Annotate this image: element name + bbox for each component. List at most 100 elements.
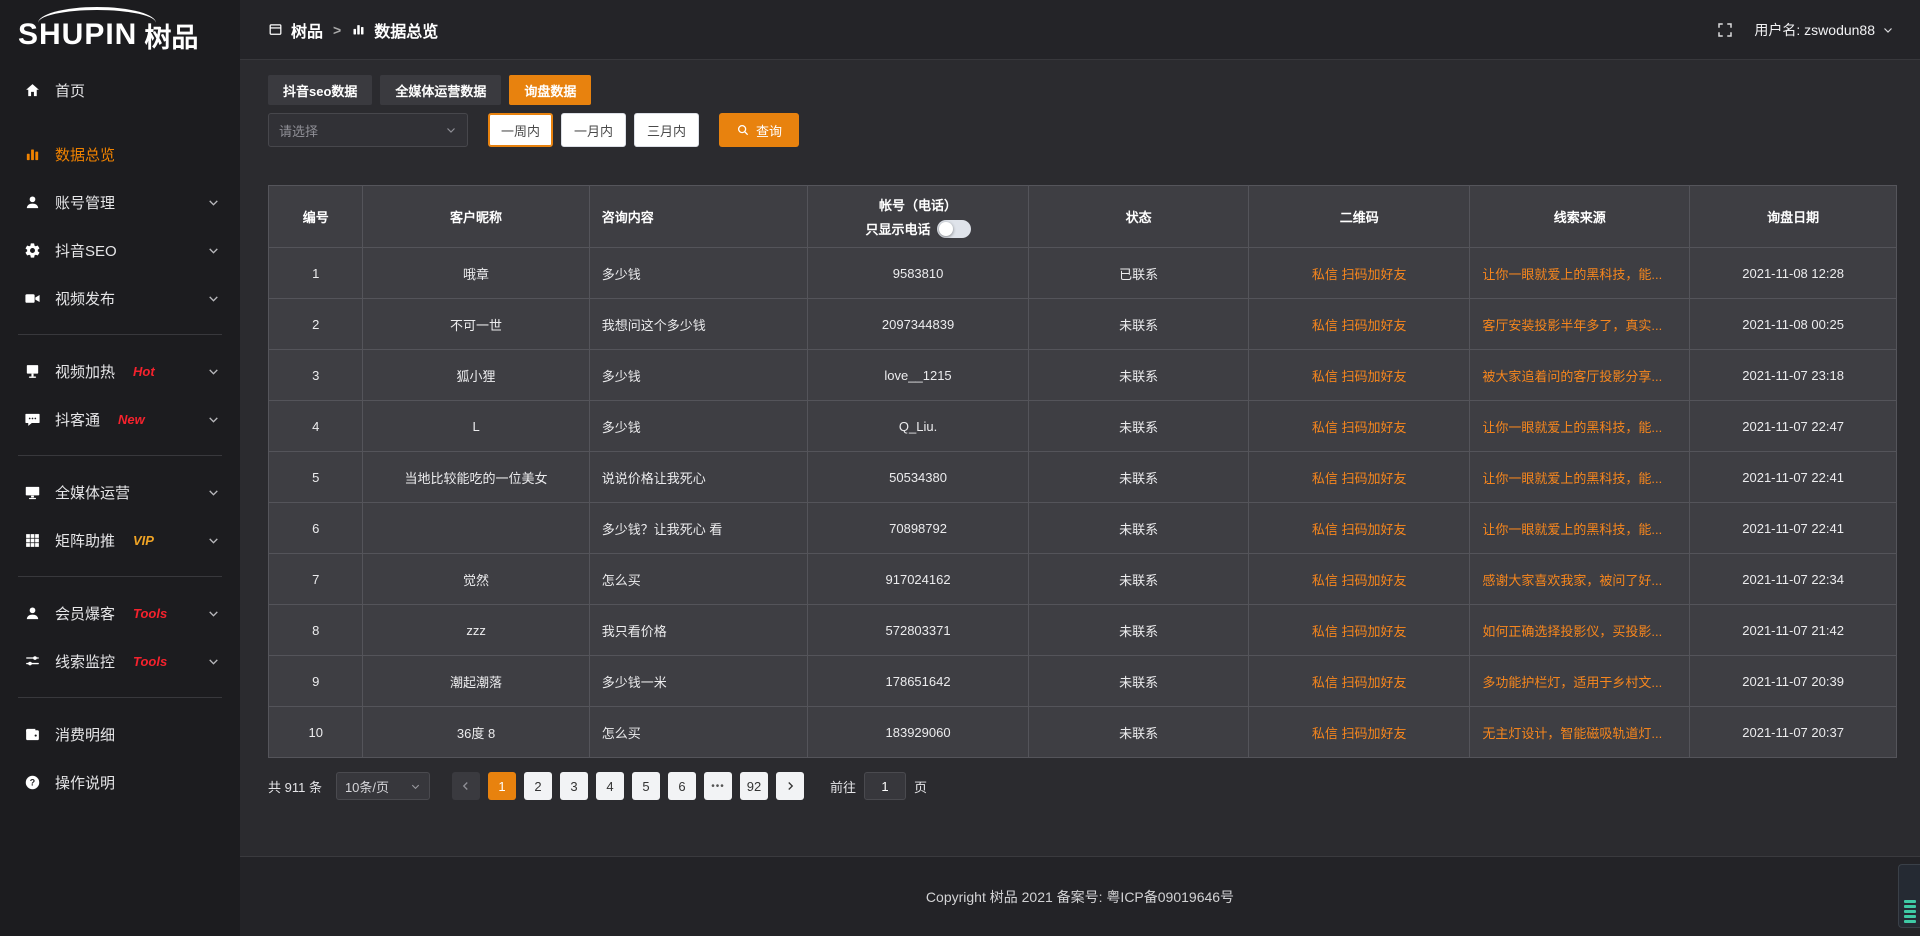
phone-only-toggle[interactable] xyxy=(937,220,971,238)
source-link[interactable]: 让你一眼就爱上的黑科技，能... xyxy=(1482,420,1662,435)
sidebar-item-matrix-boost[interactable]: 矩阵助推 VIP xyxy=(0,516,240,564)
source-link[interactable]: 被大家追着问的客厅投影分享... xyxy=(1482,369,1662,384)
breadcrumb-home[interactable]: 树品 xyxy=(268,18,323,42)
cell-date: 2021-11-08 00:25 xyxy=(1690,299,1897,350)
user-menu[interactable]: 用户名: zswodun88 xyxy=(1754,20,1894,40)
qrcode-link[interactable]: 私信 扫码加好友 xyxy=(1312,675,1407,690)
tab-media-operation-data[interactable]: 全媒体运营数据 xyxy=(380,75,501,105)
sidebar-item-instructions[interactable]: 操作说明 xyxy=(0,758,240,806)
page-button-6[interactable]: 6 xyxy=(668,772,696,800)
cell-account: 70898792 xyxy=(807,503,1028,554)
sidebar-item-member-burst[interactable]: 会员爆客 Tools xyxy=(0,589,240,637)
cell-id: 2 xyxy=(269,299,363,350)
cell-id: 8 xyxy=(269,605,363,656)
tab-douyin-seo-data[interactable]: 抖音seo数据 xyxy=(268,75,372,105)
cell-date: 2021-11-07 22:41 xyxy=(1690,452,1897,503)
source-link[interactable]: 客厅安装投影半年多了，真实... xyxy=(1482,318,1662,333)
sidebar-item-data-overview[interactable]: 数据总览 xyxy=(0,130,240,178)
qrcode-link[interactable]: 私信 扫码加好友 xyxy=(1312,369,1407,384)
period-week-button[interactable]: 一周内 xyxy=(488,113,553,147)
sidebar-item-douketong[interactable]: 抖客通 New xyxy=(0,395,240,443)
page-button-5[interactable]: 5 xyxy=(632,772,660,800)
cell-account: Q_Liu. xyxy=(807,401,1028,452)
chevron-down-icon xyxy=(207,292,220,305)
cell-nickname: 36度 8 xyxy=(363,707,589,758)
qrcode-link[interactable]: 私信 扫码加好友 xyxy=(1312,522,1407,537)
monitor-icon xyxy=(24,484,41,501)
prev-page-button[interactable] xyxy=(452,772,480,800)
username-label: 用户名: zswodun88 xyxy=(1754,20,1875,40)
cell-nickname: 潮起潮落 xyxy=(363,656,589,707)
source-link[interactable]: 无主灯设计，智能磁吸轨道灯... xyxy=(1482,726,1662,741)
source-link[interactable]: 让你一眼就爱上的黑科技，能... xyxy=(1482,471,1662,486)
source-link[interactable]: 让你一眼就爱上的黑科技，能... xyxy=(1482,522,1662,537)
page-button-3[interactable]: 3 xyxy=(560,772,588,800)
sidebar-item-douyin-seo[interactable]: 抖音SEO xyxy=(0,226,240,274)
chevron-right-icon xyxy=(784,780,796,792)
cell-date: 2021-11-07 20:39 xyxy=(1690,656,1897,707)
chevron-down-icon xyxy=(1882,24,1894,36)
tab-inquiry-data[interactable]: 询盘数据 xyxy=(509,75,591,105)
sidebar-item-media-operation[interactable]: 全媒体运营 xyxy=(0,468,240,516)
floating-widget[interactable] xyxy=(1898,864,1920,928)
user-icon xyxy=(24,194,41,211)
qrcode-link[interactable]: 私信 扫码加好友 xyxy=(1312,318,1407,333)
goto-label: 前往 xyxy=(830,777,856,796)
sidebar-item-account-mgmt[interactable]: 账号管理 xyxy=(0,178,240,226)
cell-nickname: 觉然 xyxy=(363,554,589,605)
qrcode-link[interactable]: 私信 扫码加好友 xyxy=(1312,267,1407,282)
cell-source: 让你一眼就爱上的黑科技，能... xyxy=(1470,401,1690,452)
more-pages-button[interactable]: ••• xyxy=(704,772,732,800)
status-badge: 未联系 xyxy=(1029,350,1249,401)
qrcode-link[interactable]: 私信 扫码加好友 xyxy=(1312,420,1407,435)
grid-icon xyxy=(24,532,41,549)
chevron-down-icon xyxy=(207,655,220,668)
cell-id: 5 xyxy=(269,452,363,503)
goto-suffix: 页 xyxy=(914,777,927,796)
chevron-down-icon xyxy=(445,124,457,136)
period-month-button[interactable]: 一月内 xyxy=(561,113,626,147)
next-page-button[interactable] xyxy=(776,772,804,800)
search-button[interactable]: 查询 xyxy=(719,113,799,147)
sidebar-item-lead-monitor[interactable]: 线索监控 Tools xyxy=(0,637,240,685)
col-qrcode: 二维码 xyxy=(1249,186,1470,248)
qrcode-link[interactable]: 私信 扫码加好友 xyxy=(1312,726,1407,741)
qrcode-link[interactable]: 私信 扫码加好友 xyxy=(1312,624,1407,639)
cell-content: 我想问这个多少钱 xyxy=(589,299,807,350)
sidebar-item-video-publish[interactable]: 视频发布 xyxy=(0,274,240,322)
page-button-92[interactable]: 92 xyxy=(740,772,768,800)
breadcrumb-separator: > xyxy=(333,22,341,38)
page-button-4[interactable]: 4 xyxy=(596,772,624,800)
status-badge: 未联系 xyxy=(1029,503,1249,554)
page-button-1[interactable]: 1 xyxy=(488,772,516,800)
goto-page-input[interactable] xyxy=(864,772,906,800)
source-link[interactable]: 如何正确选择投影仪，买投影... xyxy=(1482,624,1662,639)
cell-qrcode: 私信 扫码加好友 xyxy=(1249,452,1470,503)
page-button-2[interactable]: 2 xyxy=(524,772,552,800)
col-content: 咨询内容 xyxy=(589,186,807,248)
col-id: 编号 xyxy=(269,186,363,248)
source-link[interactable]: 感谢大家喜欢我家，被问了好... xyxy=(1482,573,1662,588)
fullscreen-icon[interactable] xyxy=(1716,21,1734,39)
tools-badge: Tools xyxy=(133,606,167,621)
cell-qrcode: 私信 扫码加好友 xyxy=(1249,503,1470,554)
cell-content: 多少钱 xyxy=(589,248,807,299)
member-icon xyxy=(24,605,41,622)
cell-account: 2097344839 xyxy=(807,299,1028,350)
cell-qrcode: 私信 扫码加好友 xyxy=(1249,401,1470,452)
page-size-select[interactable]: 10条/页 xyxy=(336,772,430,800)
period-quarter-button[interactable]: 三月内 xyxy=(634,113,699,147)
sidebar-item-home[interactable]: 首页 xyxy=(0,66,240,114)
qrcode-link[interactable]: 私信 扫码加好友 xyxy=(1312,471,1407,486)
status-badge: 未联系 xyxy=(1029,401,1249,452)
source-link[interactable]: 多功能护栏灯，适用于乡村文... xyxy=(1482,675,1662,690)
cell-date: 2021-11-07 21:42 xyxy=(1690,605,1897,656)
source-link[interactable]: 让你一眼就爱上的黑科技，能... xyxy=(1482,267,1662,282)
qrcode-link[interactable]: 私信 扫码加好友 xyxy=(1312,573,1407,588)
account-select[interactable]: 请选择 xyxy=(268,113,468,147)
sidebar-item-consumption-detail[interactable]: 消费明细 xyxy=(0,710,240,758)
sidebar-item-label: 操作说明 xyxy=(55,772,115,793)
sidebar-item-video-heat[interactable]: 视频加热 Hot xyxy=(0,347,240,395)
table-header-row: 编号 客户昵称 咨询内容 帐号（电话） 只显示电话 xyxy=(269,186,1897,248)
app-root: SHUPIN 树品 首页 数据总览 账号管理 抖音SEO xyxy=(0,0,1920,936)
